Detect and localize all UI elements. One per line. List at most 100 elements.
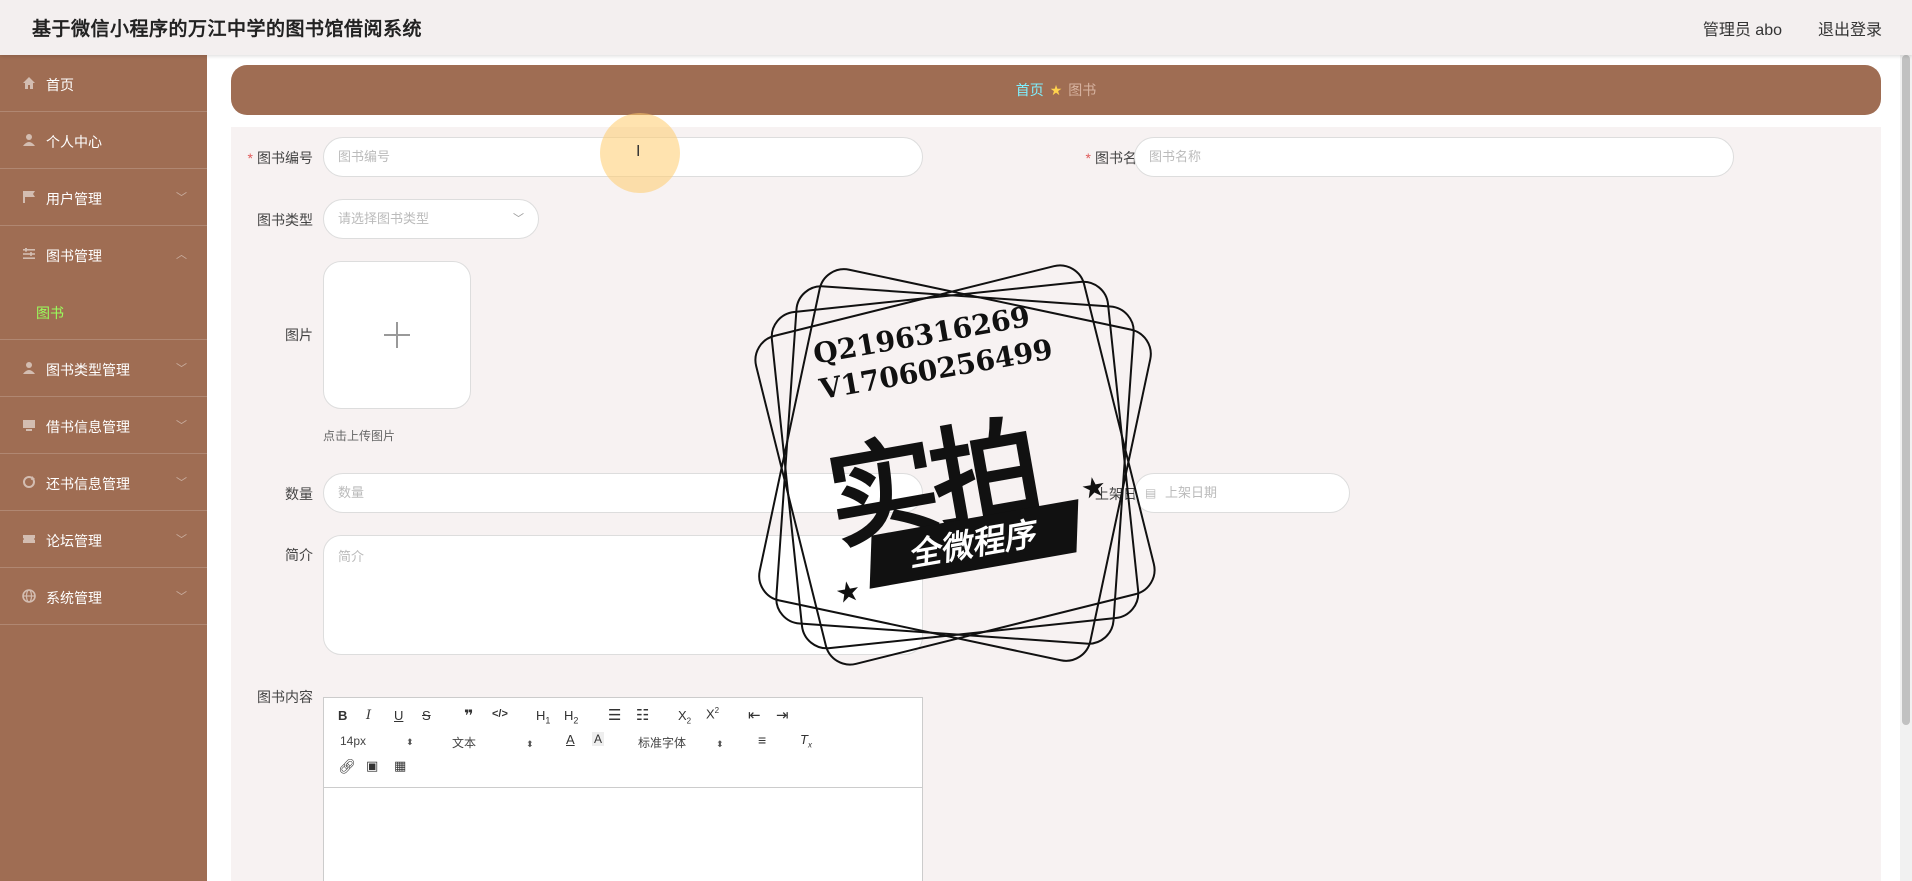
chevron-down-icon: ﹀ — [176, 477, 187, 489]
sidebar-subitem-books[interactable]: 图书 — [0, 283, 207, 340]
block-type-select[interactable]: 文本 ⬍ — [452, 734, 534, 751]
calendar-icon: ▤ — [1145, 486, 1157, 500]
ticket-icon — [23, 535, 35, 543]
globe-icon — [22, 589, 36, 603]
link-icon[interactable]: 🔗︎ — [338, 758, 356, 775]
sidebar-item-label: 论坛管理 — [46, 533, 102, 549]
book-type-placeholder: 请选择图书类型 — [338, 211, 430, 226]
shelf-date-input[interactable]: ▤ 上架日期 — [1134, 473, 1350, 513]
strikethrough-icon[interactable]: S — [422, 708, 431, 723]
indent-icon[interactable]: ⇥ — [776, 706, 789, 724]
sidebar-item-home[interactable]: 首页 — [0, 55, 207, 112]
sidebar-item-label: 用户管理 — [46, 191, 102, 207]
rich-text-editor: B I U S ❞ </> H1 H2 ☰ ☷ X2 X2 ⇤ ⇥ 14px ⬍ … — [323, 697, 923, 881]
sidebar-subitem-label: 图书 — [36, 305, 64, 321]
image-label: 图片 — [285, 327, 313, 343]
intro-textarea[interactable]: 简介 — [323, 535, 923, 655]
updown-icon: ⬍ — [716, 739, 724, 749]
required-mark: * — [247, 150, 253, 166]
sliders-icon — [23, 248, 35, 259]
underline-icon[interactable]: U — [394, 708, 403, 723]
sidebar-item-return-management[interactable]: 还书信息管理 ﹀ — [0, 454, 207, 511]
font-color-icon[interactable]: A — [566, 732, 575, 747]
clear-format-icon[interactable]: Tx — [800, 732, 812, 750]
sidebar-item-label: 借书信息管理 — [46, 419, 130, 435]
book-type-select[interactable]: 请选择图书类型 ﹀ — [323, 199, 539, 239]
plus-icon — [384, 322, 410, 348]
video-icon[interactable]: ▦ — [394, 758, 406, 774]
text-cursor-icon: I — [636, 143, 641, 160]
sidebar-item-label: 图书类型管理 — [46, 362, 130, 378]
chevron-up-icon: ︿ — [176, 249, 187, 261]
background-color-icon[interactable]: A — [592, 732, 605, 746]
scrollbar-thumb[interactable] — [1902, 55, 1910, 725]
book-type-label: 图书类型 — [257, 212, 313, 228]
page-scrollbar[interactable] — [1900, 55, 1912, 881]
quantity-input[interactable]: 数量 — [323, 473, 923, 513]
italic-icon[interactable]: I — [366, 708, 371, 723]
sidebar-item-forum-management[interactable]: 论坛管理 ﹀ — [0, 511, 207, 568]
sidebar-item-label: 图书管理 — [46, 248, 102, 264]
chevron-down-icon: ﹀ — [513, 213, 524, 225]
monitor-icon — [23, 420, 35, 431]
quantity-label: 数量 — [285, 486, 313, 502]
chevron-down-icon: ﹀ — [176, 420, 187, 432]
heading1-icon[interactable]: H1 — [536, 708, 550, 726]
required-mark: * — [1085, 150, 1091, 166]
app-title: 基于微信小程序的万江中学的图书馆借阅系统 — [32, 19, 423, 40]
font-size-select[interactable]: 14px ⬍ — [340, 734, 414, 748]
sidebar-item-book-type-management[interactable]: 图书类型管理 ﹀ — [0, 340, 207, 397]
sidebar-item-personal-center[interactable]: 个人中心 — [0, 112, 207, 169]
intro-label: 简介 — [285, 547, 313, 563]
home-icon — [23, 77, 35, 89]
sidebar-item-system-management[interactable]: 系统管理 ﹀ — [0, 568, 207, 625]
shelf-date-placeholder: 上架日期 — [1165, 485, 1218, 500]
breadcrumb: 首页 ★ 图书 — [231, 80, 1881, 100]
bullet-list-icon[interactable]: ☷ — [636, 706, 649, 724]
editor-toolbar: B I U S ❞ </> H1 H2 ☰ ☷ X2 X2 ⇤ ⇥ 14px ⬍ … — [324, 698, 922, 788]
upload-hint: 点击上传图片 — [323, 429, 396, 443]
chevron-down-icon: ﹀ — [176, 534, 187, 546]
user-icon — [23, 134, 35, 146]
align-icon[interactable]: ≡ — [758, 732, 766, 748]
outdent-icon[interactable]: ⇤ — [748, 706, 761, 724]
current-user: 管理员 abo — [1702, 22, 1782, 39]
ordered-list-icon[interactable]: ☰ — [608, 706, 621, 724]
sidebar-item-book-management[interactable]: 图书管理 ︿ — [0, 226, 207, 283]
sidebar-item-user-management[interactable]: 用户管理 ﹀ — [0, 169, 207, 226]
sidebar-item-label: 个人中心 — [46, 134, 102, 150]
recycle-icon — [23, 476, 35, 488]
sidebar-item-label: 系统管理 — [46, 590, 102, 606]
breadcrumb-current: 图书 — [1068, 82, 1097, 98]
superscript-icon[interactable]: X2 — [706, 706, 719, 721]
heading2-icon[interactable]: H2 — [564, 708, 578, 726]
top-header: 基于微信小程序的万江中学的图书馆借阅系统 管理员 abo 退出登录 — [0, 0, 1912, 55]
subscript-icon[interactable]: X2 — [678, 708, 691, 726]
chevron-down-icon: ﹀ — [176, 591, 187, 603]
sidebar-item-label: 首页 — [46, 77, 74, 93]
book-name-input[interactable]: 图书名称 — [1134, 137, 1734, 177]
bold-icon[interactable]: B — [338, 708, 347, 723]
book-form: * 图书编号 图书编号 * 图书名称 图书名称 图书类型 请选择图书类型 ﹀ 图片 … — [231, 127, 1881, 881]
sidebar-item-borrow-management[interactable]: 借书信息管理 ﹀ — [0, 397, 207, 454]
chevron-down-icon: ﹀ — [176, 192, 187, 204]
star-icon: ★ — [1049, 82, 1063, 98]
updown-icon: ⬍ — [406, 737, 414, 747]
blockquote-icon[interactable]: ❞ — [464, 706, 473, 726]
breadcrumb-bar: 首页 ★ 图书 — [231, 65, 1881, 115]
sidebar-item-label: 还书信息管理 — [46, 476, 130, 492]
image-upload-box[interactable] — [323, 261, 471, 409]
flag-icon — [23, 191, 35, 203]
user-icon — [23, 362, 35, 374]
updown-icon: ⬍ — [526, 739, 534, 749]
logout-link[interactable]: 退出登录 — [1818, 16, 1882, 40]
code-icon[interactable]: </> — [492, 708, 508, 720]
font-family-select[interactable]: 标准字体 ⬍ — [638, 734, 724, 751]
main-content: 首页 ★ 图书 * 图书编号 图书编号 * 图书名称 图书名称 图书类型 请选择图书类型… — [207, 55, 1912, 881]
breadcrumb-home[interactable]: 首页 — [1016, 82, 1044, 98]
image-icon[interactable]: ▣ — [366, 758, 378, 774]
chevron-down-icon: ﹀ — [176, 363, 187, 375]
sidebar: 首页 个人中心 用户管理 ﹀ 图书管理 ︿ 图书 图书类型管理 ﹀ 借书信息管理… — [0, 55, 207, 881]
content-label: 图书内容 — [257, 689, 313, 705]
book-no-label: * 图书编号 — [247, 150, 313, 166]
